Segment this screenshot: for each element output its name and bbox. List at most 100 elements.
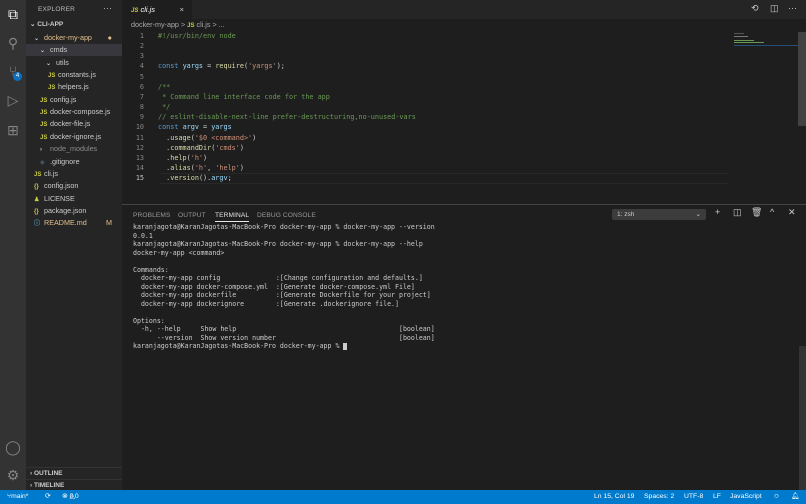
problems-indicator[interactable]: ⊗ 0 △ 0 [62,490,75,504]
indentation[interactable]: Spaces: 2 [644,490,674,504]
line-number: 2 [122,41,144,51]
minimap[interactable] [733,31,798,51]
file-tree-label: node_modules [50,144,97,153]
code-line: .help('h') [158,153,207,163]
js-file-icon: JS [40,95,50,107]
line-number: 4 [122,61,144,71]
file-tree-item[interactable]: {}config.json [26,180,122,192]
file-tree-item[interactable]: ›node_modules [26,143,122,155]
file-tree-item[interactable]: JSdocker-ignore.js [26,131,122,143]
js-file-icon: JS [48,70,58,82]
timeline-label: TIMELINE [34,482,64,489]
terminal-line: docker-my-app <command> [133,249,435,258]
line-number: 7 [122,92,144,102]
file-tree-item[interactable]: ♟LICENSE [26,193,122,205]
feedback-icon[interactable]: ☺ [773,490,780,504]
terminal-scrollbar[interactable] [799,346,806,490]
breadcrumb-file[interactable]: cli.js [196,20,210,29]
file-tree-label: utils [56,58,69,67]
encoding[interactable]: UTF-8 [684,490,703,504]
account-icon[interactable]: ◯ [5,439,21,455]
search-icon[interactable]: ⚲ [5,35,21,51]
file-tree-label: docker-ignore.js [50,132,101,141]
file-tree-label: docker-my-app [44,33,92,42]
file-tree-item[interactable]: JSdocker-compose.js [26,106,122,118]
js-file-icon: JS [40,119,50,131]
file-tree-item[interactable]: JScli.js [26,168,122,180]
chevron-down-icon: ⌄ [34,33,44,45]
close-icon[interactable]: × [180,0,184,19]
trash-icon[interactable]: 🗑 [751,207,762,218]
more-actions-icon[interactable]: ··· [103,3,112,13]
tab-output[interactable]: OUTPUT [178,212,206,219]
workspace-root[interactable]: ⌄ CLI-APP [26,19,122,31]
open-changes-icon[interactable]: ⟲ [751,3,759,14]
file-tree-label: docker-file.js [50,119,90,128]
gear-icon[interactable]: ⚙ [5,467,21,483]
terminal-line: docker-my-app dockerfile :[Generate Dock… [133,291,435,300]
line-ending[interactable]: LF [713,490,721,504]
terminal-select[interactable]: 1: zsh⌄ [612,209,706,220]
file-tree-label: cmds [50,45,67,54]
js-file-icon: JS [187,23,194,29]
line-number: 15 [122,173,144,183]
editor-tabs: JS cli.js× ⟲ ◫ ··· [122,0,806,19]
run-debug-icon[interactable]: ▷ [5,92,21,108]
terminal-line: Commands: [133,266,435,275]
language-mode[interactable]: JavaScript [730,490,762,504]
tab-terminal[interactable]: TERMINAL [215,212,249,222]
more-actions-icon[interactable]: ··· [788,3,797,13]
line-number: 6 [122,82,144,92]
new-terminal-icon[interactable]: + [715,207,720,217]
terminal-prompt-line: karanjagota@KaranJagotas-MacBook-Pro doc… [133,342,435,351]
terminal-prompt: karanjagota@KaranJagotas-MacBook-Pro doc… [133,342,343,350]
license-icon: ♟ [34,194,44,206]
terminal-line: docker-my-app docker-compose.yml :[Gener… [133,283,435,292]
file-tree-item[interactable]: ⌄cmds [26,44,122,56]
extensions-icon[interactable]: ⊞ [5,122,21,138]
cursor-position[interactable]: Ln 15, Col 19 [594,490,634,504]
maximize-panel-icon[interactable]: ^ [770,207,774,217]
split-editor-icon[interactable]: ◫ [770,3,779,14]
file-tree-label: LICENSE [44,194,75,203]
file-tree-item[interactable]: ⓘREADME.mdM [26,217,122,229]
explorer-title: EXPLORER [38,6,75,13]
file-tree-item[interactable]: JSconfig.js [26,94,122,106]
breadcrumb-symbol[interactable]: ... [219,20,225,29]
tab-cli-js[interactable]: JS cli.js× [122,0,192,19]
file-tree-item[interactable]: ⌄utils [26,57,122,69]
code-line: * Command line interface code for the ap… [158,92,330,102]
warning-count: 0 [75,490,79,504]
file-tree-label: config.js [50,95,76,104]
file-tree-item[interactable]: JShelpers.js [26,81,122,93]
explorer-icon[interactable]: ⧉ [5,6,21,22]
sync-icon[interactable]: ⟳ [45,490,51,504]
terminal-cursor [343,343,347,350]
file-tree-label: constants.js [58,70,96,79]
code-line: #!/usr/bin/env node [158,31,236,41]
terminal-line: karanjagota@KaranJagotas-MacBook-Pro doc… [133,240,435,249]
code-line: .version().argv; [158,173,232,183]
file-tree-label: cli.js [44,169,58,178]
editor-scrollbar[interactable] [798,32,806,126]
notifications-icon[interactable]: 🔔︎ [791,490,800,504]
file-tree-label: docker-compose.js [50,107,110,116]
tab-problems[interactable]: PROBLEMS [133,212,170,219]
close-panel-icon[interactable]: ✕ [788,207,796,218]
file-tree-item[interactable]: JSconstants.js [26,69,122,81]
branch-indicator[interactable]: ⑂ main* [7,490,11,504]
modified-indicator: ● [108,32,112,44]
terminal-output[interactable]: karanjagota@KaranJagotas-MacBook-Pro doc… [133,223,435,351]
tab-debug-console[interactable]: DEBUG CONSOLE [257,212,316,219]
breadcrumb-folder[interactable]: docker-my-app [131,20,179,29]
file-tree-item[interactable]: JSdocker-file.js [26,118,122,130]
js-file-icon: JS [131,8,138,14]
file-tree-item[interactable]: ⌄docker-my-app ● [26,32,122,44]
file-tree-item[interactable]: ◆.gitignore [26,156,122,168]
split-terminal-icon[interactable]: ◫ [733,207,742,218]
file-tree-item[interactable]: {}package.json [26,205,122,217]
explorer-sidebar: EXPLORER ··· ⌄ CLI-APP ⌄docker-my-app ●⌄c… [26,0,122,490]
outline-section[interactable]: › OUTLINE [26,467,122,479]
code-line: const yargs = require('yargs'); [158,61,285,71]
info-icon: ⓘ [34,218,44,230]
